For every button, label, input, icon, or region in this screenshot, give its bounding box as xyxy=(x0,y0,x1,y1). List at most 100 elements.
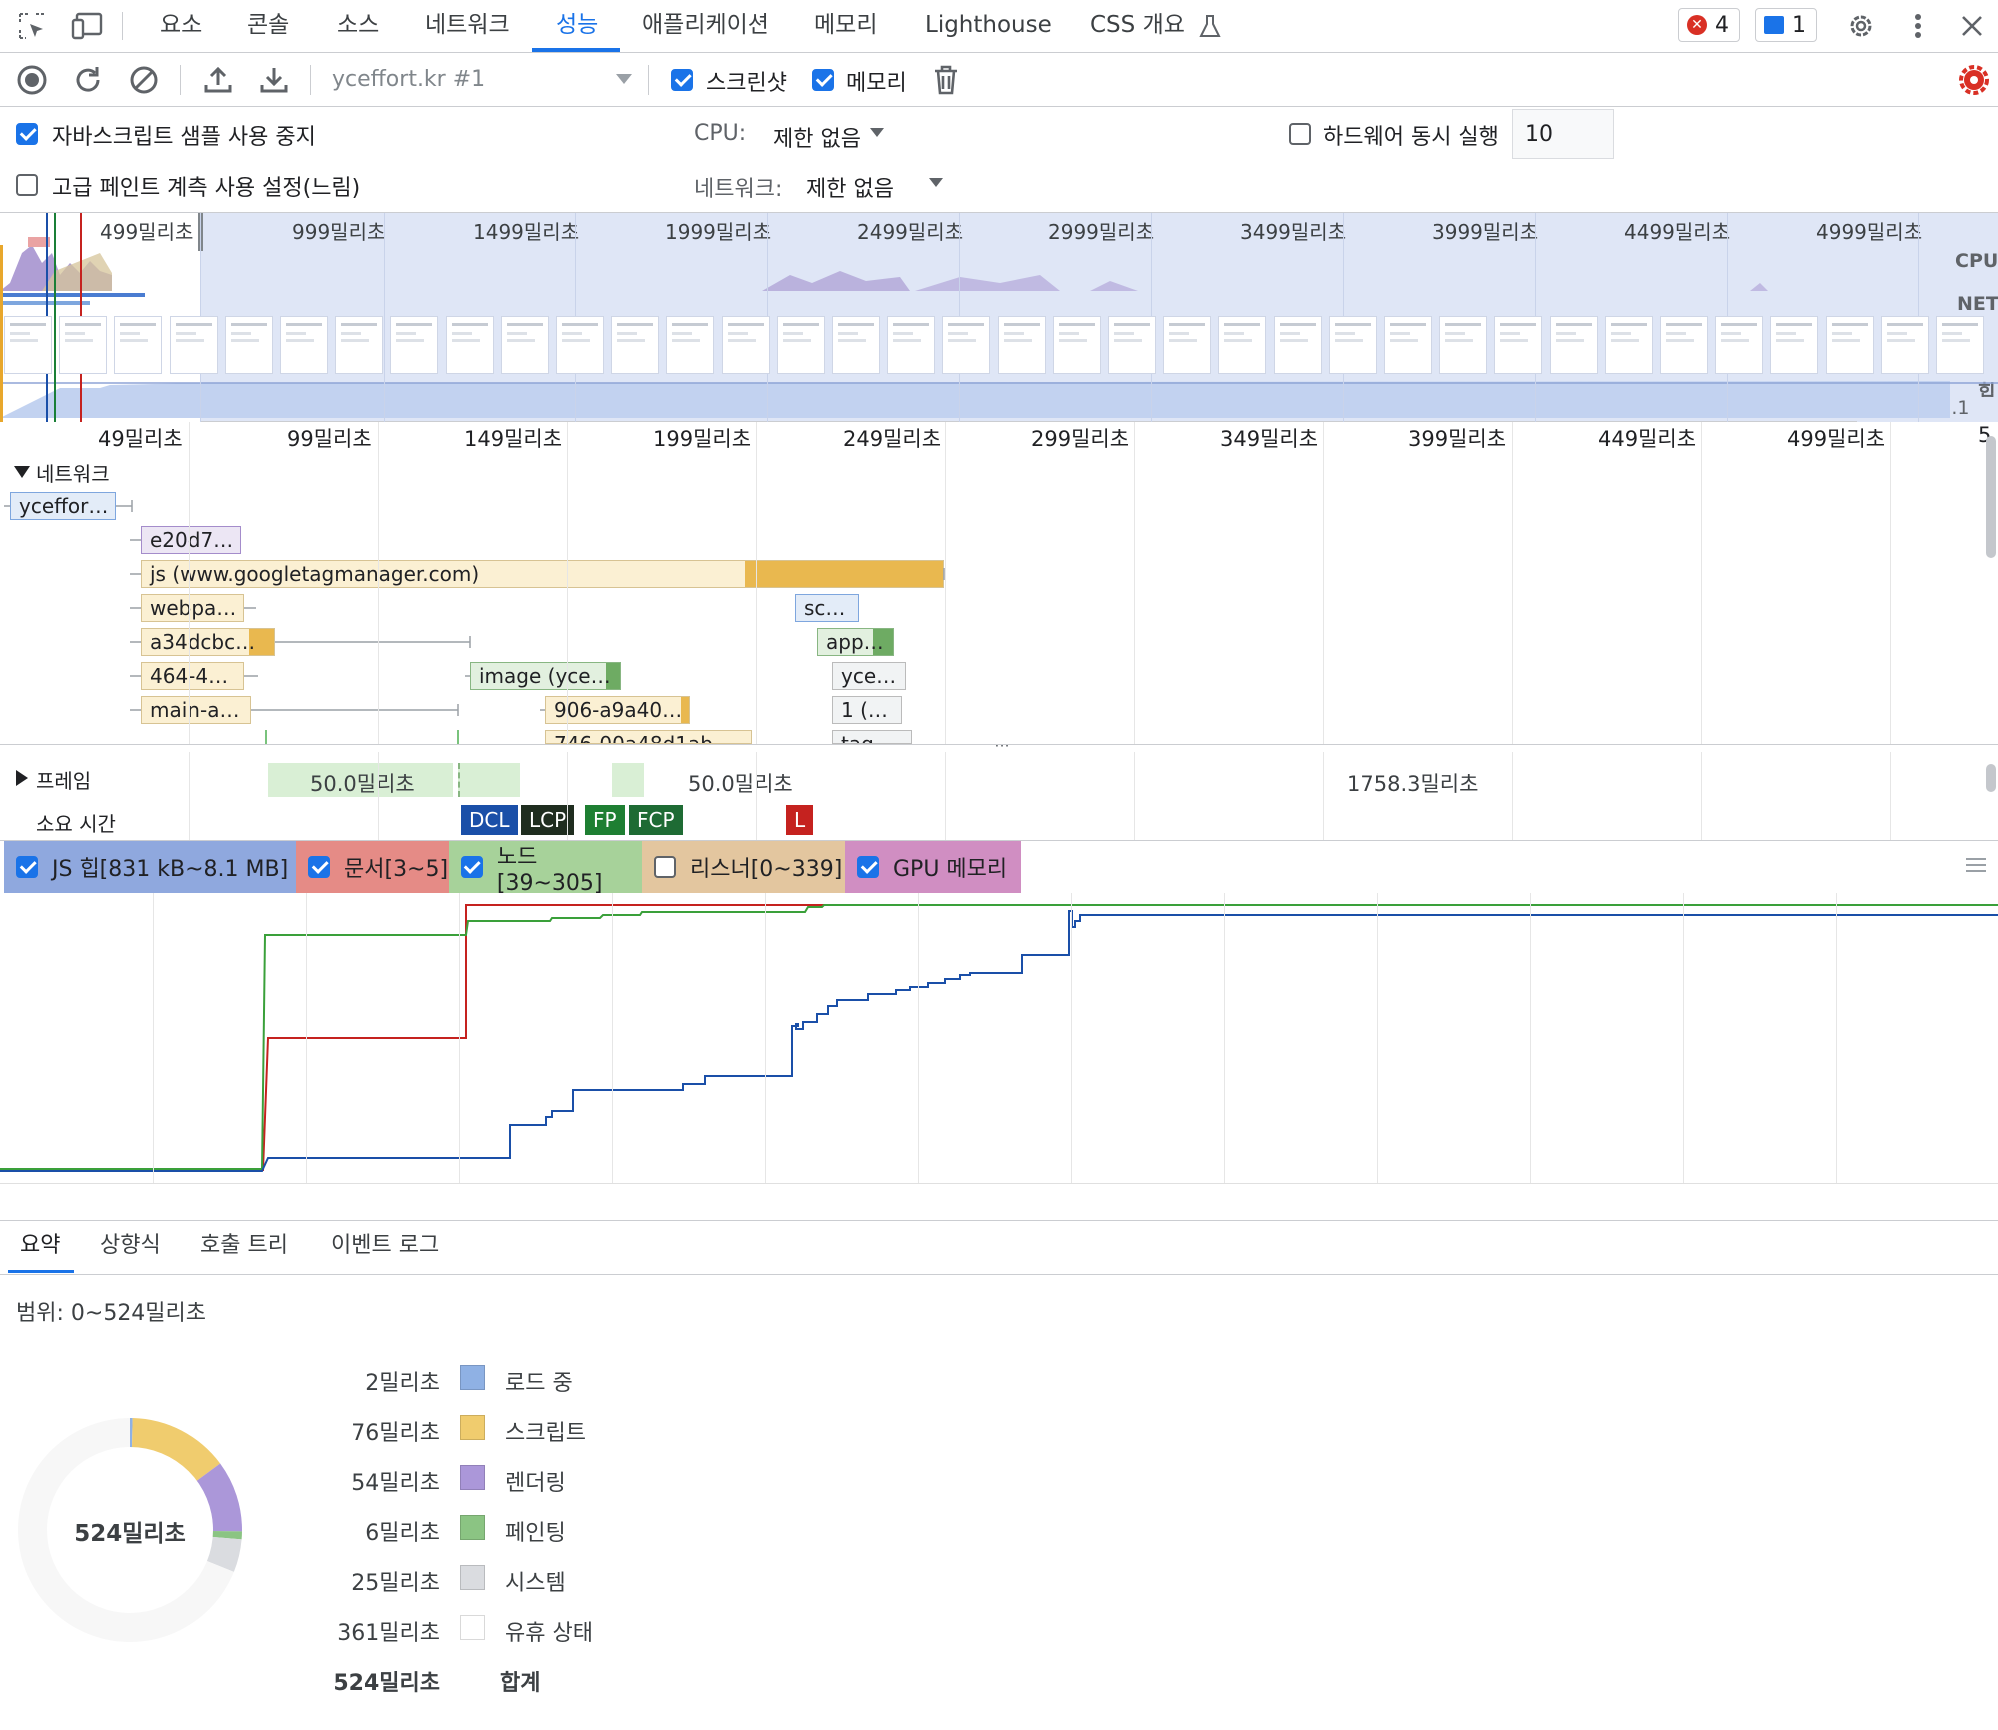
hw-concurrency-checkbox[interactable] xyxy=(1289,123,1311,145)
tab-summary[interactable]: 요약 xyxy=(20,1220,60,1272)
download-profile-icon[interactable] xyxy=(254,60,294,100)
screenshot-thumbnail[interactable] xyxy=(556,316,604,374)
fcp-marker[interactable]: FCP xyxy=(629,805,683,835)
timeline-tick: 199밀리초 xyxy=(653,427,752,451)
disable-js-samples-checkbox[interactable] xyxy=(16,123,38,145)
network-throttle-select[interactable]: 제한 없음 xyxy=(806,171,894,203)
legend-checkbox[interactable] xyxy=(857,856,879,878)
legend-listeners[interactable]: 리스너[0~339] xyxy=(642,841,845,893)
tab-memory[interactable]: 메모리 xyxy=(814,0,877,52)
frames-track-toggle-icon[interactable] xyxy=(16,770,28,786)
legend-checkbox[interactable] xyxy=(461,856,483,878)
error-badge[interactable]: ✕ 4 xyxy=(1678,8,1740,42)
legend-checkbox[interactable] xyxy=(16,856,38,878)
screenshot-thumbnail[interactable] xyxy=(1273,316,1322,374)
frame-block[interactable] xyxy=(612,763,644,797)
legend-checkbox[interactable] xyxy=(308,856,330,878)
inspect-element-icon[interactable] xyxy=(12,6,52,46)
memory-gridline xyxy=(612,893,613,1183)
screenshot-thumbnail[interactable] xyxy=(1660,316,1708,374)
collect-garbage-icon[interactable] xyxy=(926,60,966,100)
screenshot-thumbnail[interactable] xyxy=(1770,316,1819,374)
screenshot-thumbnail[interactable] xyxy=(1880,316,1929,374)
screenshot-thumbnail[interactable] xyxy=(1439,316,1488,374)
screenshot-thumbnail[interactable] xyxy=(1715,316,1764,374)
screenshot-thumbnail[interactable] xyxy=(666,316,715,374)
legend-nodes[interactable]: 노드[39~305] xyxy=(449,841,642,896)
screenshot-thumbnail[interactable] xyxy=(390,316,439,374)
screenshot-thumbnail[interactable] xyxy=(1218,316,1267,374)
screenshot-thumbnail[interactable] xyxy=(1936,316,1984,374)
vertical-scrollbar[interactable] xyxy=(1986,436,1996,558)
close-icon[interactable] xyxy=(1952,6,1992,46)
tab-console[interactable]: 콘솔 xyxy=(247,0,289,52)
screenshot-thumbnail[interactable] xyxy=(280,316,328,374)
screenshot-thumbnail[interactable] xyxy=(500,316,549,374)
capture-settings-gear-icon[interactable] xyxy=(1954,60,1994,100)
tab-call-tree[interactable]: 호출 트리 xyxy=(200,1220,288,1272)
screenshot-thumbnail[interactable] xyxy=(1328,316,1377,374)
screenshots-checkbox[interactable] xyxy=(671,69,693,91)
screenshot-thumbnail[interactable] xyxy=(335,316,384,374)
screenshot-thumbnail[interactable] xyxy=(942,316,991,374)
resize-handle[interactable]: ··· xyxy=(990,738,1014,754)
legend-js-heap[interactable]: JS 힙[831 kB~8.1 MB] xyxy=(4,841,296,893)
screenshot-thumbnail[interactable] xyxy=(1494,316,1543,374)
clear-icon[interactable] xyxy=(124,60,164,100)
legend-checkbox[interactable] xyxy=(654,856,676,878)
tab-bottom-up[interactable]: 상향식 xyxy=(100,1220,161,1272)
more-options-icon[interactable] xyxy=(1898,6,1938,46)
screenshot-thumbnail[interactable] xyxy=(169,316,218,374)
fp-marker[interactable]: FP xyxy=(585,805,625,835)
screenshot-thumbnail[interactable] xyxy=(887,316,936,374)
screenshot-thumbnail[interactable] xyxy=(776,316,825,374)
tab-performance[interactable]: 성능 xyxy=(556,0,598,52)
screenshot-thumbnail[interactable] xyxy=(1825,316,1874,374)
profile-select[interactable]: yceffort.kr #1 xyxy=(332,67,485,92)
tab-elements[interactable]: 요소 xyxy=(160,0,202,52)
vertical-scrollbar[interactable] xyxy=(1986,764,1996,792)
tab-sources[interactable]: 소스 xyxy=(337,0,379,52)
cpu-throttle-select[interactable]: 제한 없음 xyxy=(773,121,861,153)
tab-network[interactable]: 네트워크 xyxy=(425,0,510,52)
frames-track-title[interactable]: 프레임 xyxy=(36,765,91,794)
screenshot-thumbnail[interactable] xyxy=(1549,316,1598,374)
record-icon[interactable] xyxy=(12,60,52,100)
device-toolbar-icon[interactable] xyxy=(68,6,108,46)
advanced-paint-checkbox[interactable] xyxy=(16,174,38,196)
frame-block[interactable] xyxy=(458,763,520,797)
drag-handle-icon[interactable] xyxy=(1966,858,1986,872)
screenshot-thumbnail[interactable] xyxy=(224,316,273,374)
hw-concurrency-input[interactable]: 10 xyxy=(1512,109,1614,159)
screenshot-thumbnail[interactable] xyxy=(721,316,770,374)
dcl-marker[interactable]: DCL xyxy=(461,805,518,835)
screenshot-thumbnail[interactable] xyxy=(1163,316,1212,374)
screenshot-thumbnail[interactable] xyxy=(4,316,52,374)
screenshot-thumbnail[interactable] xyxy=(611,316,660,374)
upload-profile-icon[interactable] xyxy=(198,60,238,100)
screenshot-thumbnail[interactable] xyxy=(445,316,494,374)
load-marker[interactable]: L xyxy=(786,805,814,835)
screenshot-thumbnail[interactable] xyxy=(59,316,108,374)
timeline-gridline xyxy=(1890,752,1891,840)
tab-lighthouse[interactable]: Lighthouse xyxy=(925,0,1052,52)
memory-checkbox[interactable] xyxy=(812,69,834,91)
legend-documents[interactable]: 문서[3~5] xyxy=(296,841,449,893)
screenshot-thumbnail[interactable] xyxy=(832,316,880,374)
screenshot-thumbnail[interactable] xyxy=(997,316,1046,374)
settings-gear-icon[interactable] xyxy=(1841,6,1881,46)
frame-duration: 50.0밀리초 xyxy=(310,772,415,796)
screenshot-thumbnail[interactable] xyxy=(114,316,163,374)
legend-gpu-memory[interactable]: GPU 메모리 xyxy=(845,841,1021,893)
reload-record-icon[interactable] xyxy=(68,60,108,100)
screenshot-thumbnail[interactable] xyxy=(1604,316,1653,374)
screenshot-thumbnail[interactable] xyxy=(1052,316,1101,374)
tab-application[interactable]: 애플리케이션 xyxy=(642,0,769,52)
tab-event-log[interactable]: 이벤트 로그 xyxy=(331,1220,439,1272)
screenshot-thumbnail[interactable] xyxy=(1384,316,1432,374)
tab-css-overview[interactable]: CSS 개요 xyxy=(1090,0,1185,52)
network-track-toggle-icon[interactable] xyxy=(14,466,30,478)
screenshot-thumbnail[interactable] xyxy=(1108,316,1156,374)
message-badge[interactable]: 1 xyxy=(1755,8,1817,42)
chevron-down-icon xyxy=(870,128,884,137)
